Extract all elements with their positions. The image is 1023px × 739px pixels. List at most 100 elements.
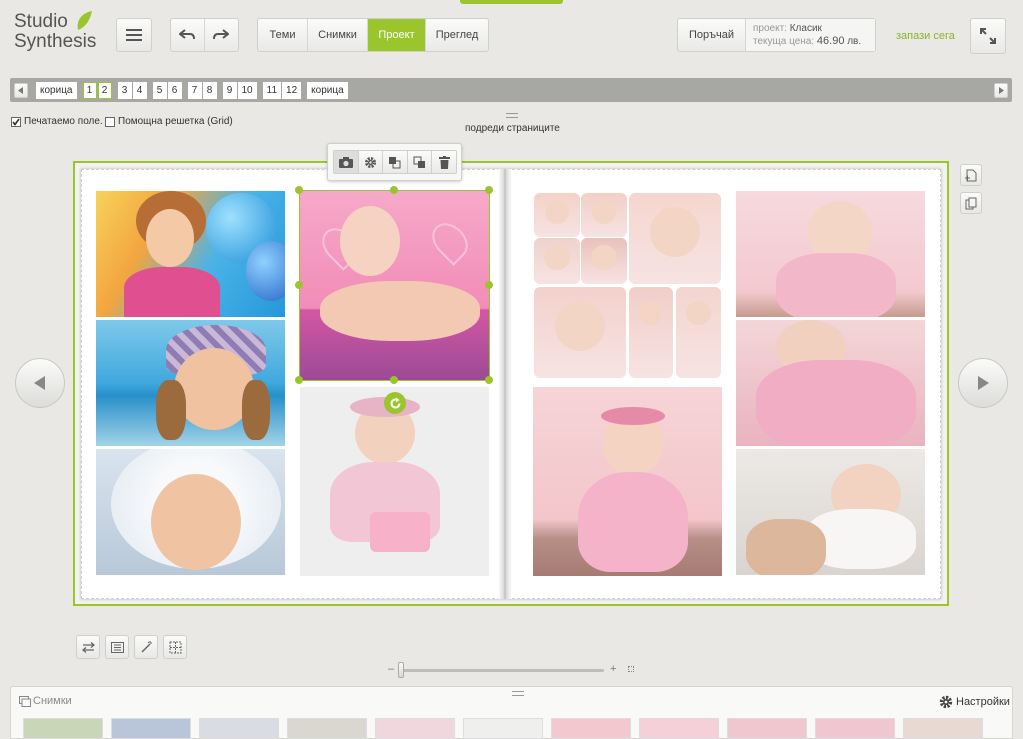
collage-photo[interactable] xyxy=(676,287,721,378)
swap-photos-button[interactable] xyxy=(76,635,100,659)
page-thumb[interactable]: 12 xyxy=(282,82,302,99)
order-button[interactable]: Поръчай xyxy=(678,19,746,51)
selection-frame xyxy=(299,190,490,381)
photo-settings-button[interactable] xyxy=(359,151,384,173)
collage-photo[interactable] xyxy=(629,287,673,378)
photo-thumbnail[interactable] xyxy=(727,718,807,739)
photo-thumbnail[interactable] xyxy=(903,718,983,739)
photo-thumbnail[interactable] xyxy=(111,718,191,739)
auto-fill-button[interactable] xyxy=(134,635,158,659)
add-page-icon xyxy=(965,169,977,181)
arrange-pages-handle[interactable] xyxy=(506,113,518,118)
photo-thumbnail[interactable] xyxy=(23,718,103,739)
resize-handle[interactable] xyxy=(295,281,303,289)
pages-scroll-left[interactable] xyxy=(14,83,28,98)
page-thumb[interactable]: корица xyxy=(36,82,77,99)
photo-girl-bandana[interactable] xyxy=(96,320,285,446)
page-thumb[interactable]: 2 xyxy=(97,82,112,99)
resize-handle[interactable] xyxy=(390,376,398,384)
resize-handle[interactable] xyxy=(390,186,398,194)
resize-handle[interactable] xyxy=(295,376,303,384)
rotate-button[interactable] xyxy=(384,392,406,414)
grid-icon xyxy=(169,641,181,653)
pages-scroll-right[interactable] xyxy=(994,83,1008,98)
resize-handle[interactable] xyxy=(485,186,493,194)
printable-area-checkbox[interactable] xyxy=(11,116,21,127)
page-thumb[interactable]: корица xyxy=(307,82,348,99)
photos-panel-title: Снимки xyxy=(33,695,72,707)
collage-photo[interactable] xyxy=(534,238,580,284)
photos-settings-button[interactable]: Настройки xyxy=(939,695,1010,709)
triangle-right-icon xyxy=(978,376,989,390)
photo-girl-balloons[interactable] xyxy=(96,191,285,317)
page-thumb[interactable]: 6 xyxy=(167,82,182,99)
undo-button[interactable] xyxy=(171,19,205,51)
page-thumb[interactable]: 1 xyxy=(82,82,97,99)
collage-photo[interactable] xyxy=(581,238,627,284)
photo-newborn[interactable] xyxy=(736,449,925,575)
bring-forward-button[interactable] xyxy=(383,151,408,173)
resize-handle[interactable] xyxy=(485,281,493,289)
send-backward-button[interactable] xyxy=(408,151,433,173)
page-thumb[interactable]: 7 xyxy=(187,82,202,99)
zoom-slider[interactable] xyxy=(400,669,604,672)
zoom-fit-icon[interactable] xyxy=(628,666,634,672)
duplicate-page-button[interactable] xyxy=(960,192,982,214)
photo-thumbnail[interactable] xyxy=(551,718,631,739)
collage-photo[interactable] xyxy=(581,193,627,237)
photo-baby-pink-dress-2[interactable] xyxy=(736,320,925,446)
menu-button[interactable] xyxy=(116,18,152,52)
photo-baby-gift-box[interactable] xyxy=(300,387,489,576)
photo-thumbnail[interactable] xyxy=(815,718,895,739)
grid-option[interactable]: Помощна решетка (Grid) xyxy=(105,116,233,127)
photo-thumbnail[interactable] xyxy=(463,718,543,739)
tab-photos[interactable]: Снимки xyxy=(308,19,368,51)
send-backward-icon xyxy=(413,156,426,168)
fullscreen-button[interactable] xyxy=(970,18,1006,54)
layout-icon xyxy=(110,641,124,653)
resize-handle[interactable] xyxy=(485,376,493,384)
photo-thumbnail[interactable] xyxy=(199,718,279,739)
change-photo-button[interactable] xyxy=(334,151,359,173)
grid-toggle-button[interactable] xyxy=(163,635,187,659)
page-thumb[interactable]: 11 xyxy=(262,82,282,99)
page-thumb[interactable]: 5 xyxy=(152,82,167,99)
tab-project[interactable]: Проект xyxy=(368,19,426,51)
photo-thumbnail[interactable] xyxy=(639,718,719,739)
photo-thumbnail[interactable] xyxy=(375,718,455,739)
zoom-slider-knob[interactable] xyxy=(398,662,404,678)
collage-photo[interactable] xyxy=(629,193,721,284)
collage-photo[interactable] xyxy=(534,193,580,237)
zoom-out-label[interactable]: – xyxy=(388,663,394,675)
resize-handle[interactable] xyxy=(295,186,303,194)
redo-button[interactable] xyxy=(205,19,239,51)
arrange-pages-label[interactable]: подреди страниците xyxy=(465,123,560,134)
page-thumb[interactable]: 9 xyxy=(222,82,237,99)
delete-photo-button[interactable] xyxy=(432,151,456,173)
page-thumb[interactable]: 10 xyxy=(237,82,257,99)
grid-checkbox[interactable] xyxy=(105,116,115,127)
next-spread-button[interactable] xyxy=(958,358,1008,408)
page-thumb[interactable]: 3 xyxy=(117,82,132,99)
order-info: проект: Класик текуща цена: 46.90 лв. xyxy=(746,19,875,51)
zoom-in-label[interactable]: + xyxy=(610,663,616,675)
page-thumb[interactable]: 4 xyxy=(132,82,147,99)
photo-baby-cake-large[interactable] xyxy=(533,387,722,576)
photo-baby-pink-dress-1[interactable] xyxy=(736,191,925,317)
copy-icon xyxy=(965,197,977,209)
undo-arrow-icon xyxy=(179,29,196,40)
gear-icon xyxy=(939,695,953,709)
undo-redo-group xyxy=(170,18,239,52)
photo-girl-hat[interactable] xyxy=(96,449,285,575)
prev-spread-button[interactable] xyxy=(15,358,65,408)
photo-thumbnail[interactable] xyxy=(287,718,367,739)
page-thumb[interactable]: 8 xyxy=(202,82,217,99)
panel-resize-handle[interactable] xyxy=(512,691,524,696)
add-page-button[interactable] xyxy=(960,164,982,186)
tab-preview[interactable]: Преглед xyxy=(426,19,488,51)
tab-themes[interactable]: Теми xyxy=(258,19,308,51)
save-now-link[interactable]: запази сега xyxy=(896,30,955,42)
layouts-button[interactable] xyxy=(105,635,129,659)
printable-area-option[interactable]: Печатаемо поле. xyxy=(11,116,103,127)
collage-photo[interactable] xyxy=(534,287,626,378)
